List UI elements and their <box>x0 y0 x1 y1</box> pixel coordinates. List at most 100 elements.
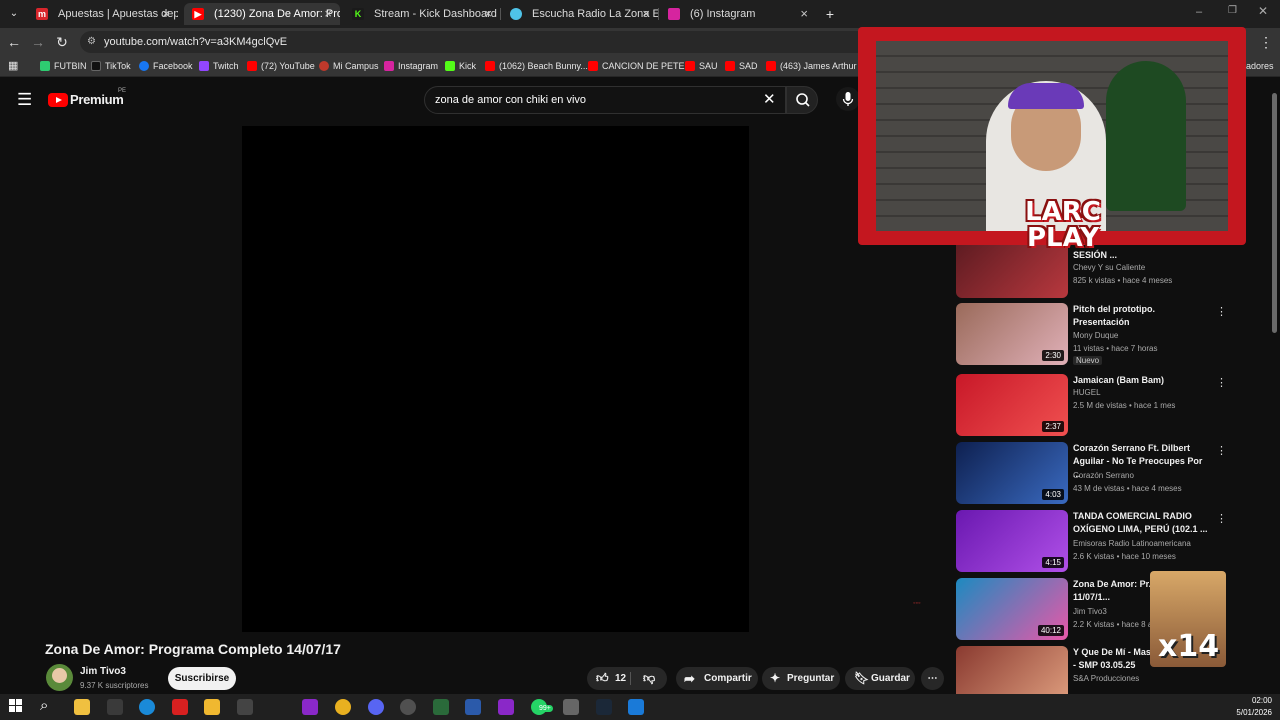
share-button[interactable]: ➦ Compartir <box>676 667 758 690</box>
app-icon[interactable] <box>107 699 123 715</box>
recommendation-channel[interactable]: Emisoras Radio Latinoamericana <box>1073 539 1191 548</box>
new-tab-button[interactable]: + <box>820 4 840 24</box>
tab-instagram[interactable]: (6) Instagram × <box>660 3 816 25</box>
search-icon[interactable]: ⌕ <box>40 697 48 714</box>
recommendation-item[interactable]: 4:15 TANDA COMERCIAL RADIO OXÍGENO LIMA,… <box>956 510 1227 572</box>
bookmark-sad[interactable]: SAD <box>725 59 758 74</box>
bookmark-overflow[interactable]: adores <box>1246 59 1274 74</box>
site-info-icon[interactable]: ⚙ <box>87 31 96 53</box>
recommendation-title[interactable]: TANDA COMERCIAL RADIO OXÍGENO LIMA, PERÚ… <box>1073 510 1211 536</box>
logo-line-2: PLAY <box>1026 223 1100 253</box>
address-bar[interactable]: ⚙ youtube.com/watch?v=a3KM4gclQvE <box>80 31 880 53</box>
video-thumbnail[interactable]: 40:12 <box>956 578 1068 640</box>
close-icon[interactable]: × <box>324 3 332 25</box>
scrollbar-thumb[interactable] <box>1272 93 1277 333</box>
bookmark-james-arthur[interactable]: (463) James Arthur -... <box>766 59 870 74</box>
maximize-button[interactable]: ❐ <box>1228 5 1237 16</box>
hamburger-menu-icon[interactable]: ☰ <box>17 90 32 110</box>
app-icon[interactable] <box>237 699 253 715</box>
like-icon[interactable]: 👍︎ <box>596 667 609 690</box>
bookmark-beach-bunny[interactable]: (1062) Beach Bunny... <box>485 59 588 74</box>
ask-button[interactable]: ✦ Preguntar <box>762 667 840 690</box>
recommendation-item[interactable]: 4:03 Corazón Serrano Ft. Dilbert Aguilar… <box>956 442 1227 504</box>
app-icon[interactable] <box>563 699 579 715</box>
more-options-icon[interactable]: ⋮ <box>1216 444 1227 457</box>
back-button[interactable]: ← <box>4 32 24 52</box>
search-input[interactable]: zona de amor con chiki en vivo ✕ <box>424 86 786 114</box>
discord-icon[interactable] <box>368 699 384 715</box>
recommendation-channel[interactable]: HUGEL <box>1073 388 1101 397</box>
video-thumbnail[interactable]: 2:37 <box>956 374 1068 436</box>
clock[interactable]: 02:00 5/01/2026 <box>1236 696 1272 717</box>
recommendation-channel[interactable]: Mony Duque <box>1073 331 1118 340</box>
bookmark-cancion-de-peter[interactable]: CANCION DE PETER <box>588 59 691 74</box>
recommendation-channel[interactable]: Chevy Y su Caliente <box>1073 263 1145 272</box>
whatsapp-icon[interactable]: 99+ <box>531 699 553 715</box>
folder-icon[interactable] <box>204 699 220 715</box>
calculator-icon[interactable] <box>433 699 449 715</box>
tab-apuestas[interactable]: m Apuestas | Apuestas deportivas × <box>28 3 178 25</box>
bookmark-instagram[interactable]: Instagram <box>384 59 438 74</box>
app-icon[interactable] <box>628 699 644 715</box>
app-icon[interactable] <box>498 699 514 715</box>
tab-radio[interactable]: Escucha Radio La Zona EN VIVO × <box>502 3 658 25</box>
tab-kick[interactable]: K Stream - Kick Dashboard × <box>344 3 500 25</box>
video-thumbnail[interactable]: 2:30 <box>956 303 1068 365</box>
close-icon[interactable]: × <box>162 3 170 25</box>
recommendation-channel[interactable]: Corazón Serrano <box>1073 471 1134 480</box>
bookmark-youtube[interactable]: (72) YouTube <box>247 59 315 74</box>
more-options-icon[interactable]: ⋮ <box>1216 376 1227 389</box>
more-options-icon[interactable]: ⋮ <box>1216 512 1227 525</box>
bookmark-tiktok[interactable]: TikTok <box>91 59 131 74</box>
more-options-icon[interactable]: ⋮ <box>1216 305 1227 318</box>
app-icon[interactable] <box>302 699 318 715</box>
recommendation-item[interactable]: 2:37 Jamaican (Bam Bam) HUGEL 2.5 M de v… <box>956 374 1227 436</box>
dislike-icon[interactable]: 👎︎ <box>643 667 655 690</box>
close-icon[interactable]: × <box>642 3 650 25</box>
video-thumbnail[interactable] <box>956 646 1068 694</box>
search-button[interactable] <box>786 86 818 114</box>
recommendation-channel[interactable]: Jim Tivo3 <box>1073 607 1107 616</box>
obs-icon[interactable] <box>400 699 416 715</box>
bookmark-kick[interactable]: Kick <box>445 59 476 74</box>
browser-menu-icon[interactable]: ⋮ <box>1256 32 1276 52</box>
bookmark-facebook[interactable]: Facebook <box>139 59 193 74</box>
video-thumbnail[interactable]: 4:15 <box>956 510 1068 572</box>
tab-youtube[interactable]: ▶ (1230) Zona De Amor: Prog × <box>184 3 340 25</box>
channel-avatar[interactable] <box>46 664 73 691</box>
bookmark-futbin[interactable]: FUTBIN <box>40 59 87 74</box>
recommendation-item[interactable]: 2:30 Pitch del prototipo. Presentación M… <box>956 303 1227 365</box>
windows-start-icon[interactable] <box>9 699 23 713</box>
bookmark-sau[interactable]: SAU <box>685 59 718 74</box>
recommendation-title[interactable]: Jamaican (Bam Bam) <box>1073 374 1211 387</box>
store-icon[interactable] <box>74 699 90 715</box>
save-button[interactable]: 🔖︎ Guardar <box>845 667 915 690</box>
clear-search-icon[interactable]: ✕ <box>763 87 776 113</box>
subscribe-button[interactable]: Suscribirse <box>168 667 236 690</box>
video-player[interactable] <box>242 126 749 632</box>
more-actions-button[interactable]: ⋯ <box>921 667 944 690</box>
word-icon[interactable] <box>465 699 481 715</box>
close-icon[interactable]: × <box>484 3 492 25</box>
edge-icon[interactable] <box>139 699 155 715</box>
chrome-icon[interactable] <box>335 699 351 715</box>
window-close-button[interactable]: ✕ <box>1258 4 1268 18</box>
bookmark-label: TikTok <box>105 61 131 71</box>
forward-button[interactable]: → <box>28 32 48 52</box>
close-icon[interactable]: × <box>800 3 808 25</box>
clock-time: 02:00 <box>1251 696 1272 705</box>
recommendation-channel[interactable]: S&A Producciones <box>1073 674 1139 683</box>
video-thumbnail[interactable]: 4:03 <box>956 442 1068 504</box>
channel-name[interactable]: Jim Tivo3 <box>80 666 126 677</box>
tab-title: Escucha Radio La Zona EN VIVO <box>532 8 658 20</box>
bookmark-mi-campus[interactable]: Mi Campus <box>319 59 379 74</box>
tab-search-chevron-icon[interactable]: ⌄ <box>4 4 24 24</box>
voice-search-button[interactable] <box>836 87 860 111</box>
app-icon[interactable] <box>172 699 188 715</box>
recommendation-title[interactable]: Pitch del prototipo. Presentación <box>1073 303 1211 329</box>
steam-icon[interactable] <box>596 699 612 715</box>
minimize-button[interactable]: – <box>1196 6 1202 18</box>
apps-grid-icon[interactable]: ▦ <box>8 59 18 74</box>
bookmark-twitch[interactable]: Twitch <box>199 59 239 74</box>
reload-button[interactable]: ↻ <box>52 32 72 52</box>
